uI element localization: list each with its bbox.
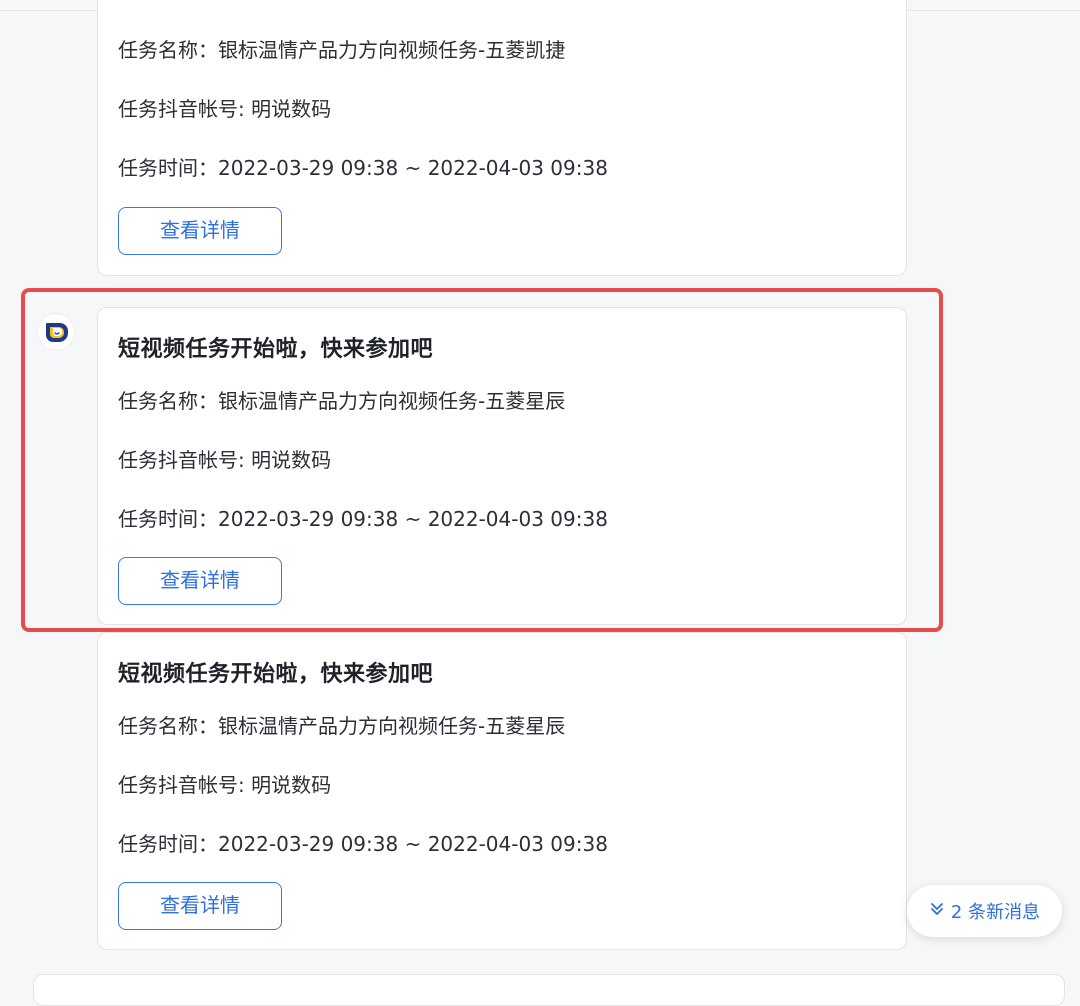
task-name: 任务名称：银标温情产品力方向视频任务-五菱凯捷 [118,38,566,62]
view-details-button[interactable]: 查看详情 [118,557,282,605]
task-time: 任务时间：2022-03-29 09:38 ~ 2022-04-03 09:38 [118,156,608,180]
task-account: 任务抖音帐号: 明说数码 [118,773,332,797]
task-account: 任务抖音帐号: 明说数码 [118,97,332,121]
view-details-button[interactable]: 查看详情 [118,207,282,255]
new-messages-button[interactable]: 2 条新消息 [907,885,1062,937]
task-account: 任务抖音帐号: 明说数码 [118,448,332,472]
bot-avatar-icon [38,314,74,350]
message-card: 短视频任务开始啦，快来参加吧 任务名称：银标温情产品力方向视频任务-五菱星辰 任… [97,307,907,625]
task-time: 任务时间：2022-03-29 09:38 ~ 2022-04-03 09:38 [118,832,608,856]
message-title: 短视频任务开始啦，快来参加吧 [118,337,434,362]
message-card: 短视频任务开始啦，快来参加吧 任务名称：银标温情产品力方向视频任务-五菱星辰 任… [97,632,907,950]
message-title: 短视频任务开始啦，快来参加吧 [118,662,434,687]
new-messages-label: 2 条新消息 [950,902,1041,923]
view-details-button[interactable]: 查看详情 [118,882,282,930]
double-chevron-down-icon [929,901,945,922]
message-card: 任务名称：银标温情产品力方向视频任务-五菱凯捷 任务抖音帐号: 明说数码 任务时… [97,0,907,276]
input-bar[interactable] [33,974,1065,1006]
task-time: 任务时间：2022-03-29 09:38 ~ 2022-04-03 09:38 [118,507,608,531]
task-name: 任务名称：银标温情产品力方向视频任务-五菱星辰 [118,389,566,413]
task-name: 任务名称：银标温情产品力方向视频任务-五菱星辰 [118,714,566,738]
